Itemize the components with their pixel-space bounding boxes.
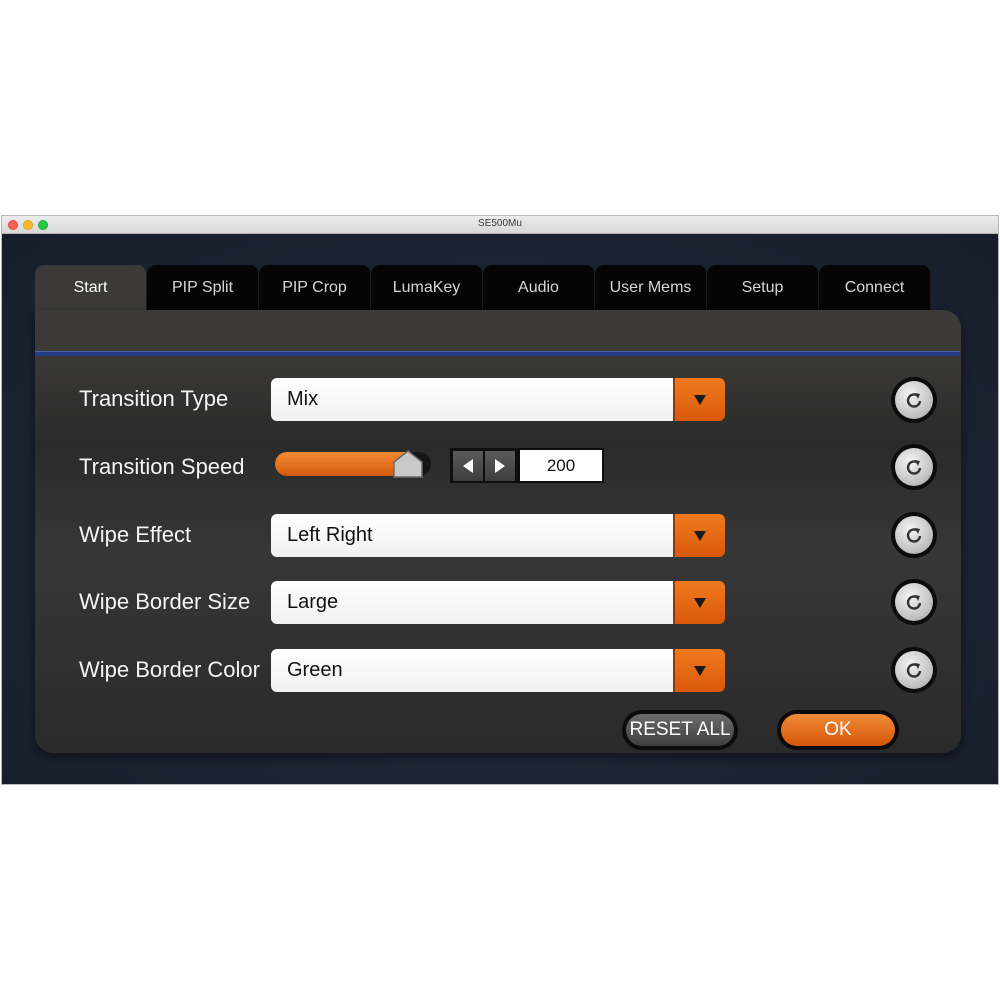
reset-all-button[interactable]: RESET ALL: [622, 710, 738, 750]
tab-start[interactable]: Start: [35, 265, 147, 311]
wipe-effect-dropdown-button[interactable]: [673, 514, 725, 557]
wipe-effect-reset-button[interactable]: [891, 512, 937, 558]
slider-thumb[interactable]: [393, 450, 423, 478]
wipe-border-size-value[interactable]: Large: [271, 581, 673, 624]
arrow-left-icon: [463, 458, 473, 473]
wipe-border-color-dropdown-button[interactable]: [673, 649, 725, 692]
speed-value-input[interactable]: 200: [518, 448, 604, 483]
tab-lumakey[interactable]: LumaKey: [371, 265, 483, 311]
wipe-border-color-value[interactable]: Green: [271, 649, 673, 692]
tab-connect[interactable]: Connect: [819, 265, 931, 311]
window-title: SE500Mu: [478, 218, 522, 229]
refresh-icon: [906, 393, 922, 408]
tab-setup[interactable]: Setup: [707, 265, 819, 311]
refresh-icon: [906, 528, 922, 543]
tab-pip-split[interactable]: PIP Split: [147, 265, 259, 311]
speed-stepper: [450, 448, 518, 483]
ok-label: OK: [781, 714, 895, 746]
speed-increase-button[interactable]: [485, 450, 515, 481]
transition-type-label: Transition Type: [79, 386, 229, 411]
transition-type-value[interactable]: Mix: [271, 378, 673, 421]
transition-speed-reset-button[interactable]: [891, 444, 937, 490]
chevron-down-icon: [694, 394, 706, 405]
wipe-border-size-label: Wipe Border Size: [79, 589, 251, 614]
reset-all-label: RESET ALL: [626, 714, 734, 746]
arrow-right-icon: [495, 458, 505, 473]
transition-speed-label: Transition Speed: [79, 454, 245, 479]
wipe-border-color-label: Wipe Border Color: [79, 657, 260, 682]
transition-type-reset-button[interactable]: [891, 377, 937, 423]
transition-type-dropdown[interactable]: Mix: [271, 378, 725, 421]
ok-button[interactable]: OK: [777, 710, 899, 750]
wipe-border-size-dropdown[interactable]: Large: [271, 581, 725, 624]
refresh-icon: [906, 595, 922, 610]
wipe-border-size-dropdown-button[interactable]: [673, 581, 725, 624]
title-bar: SE500Mu: [2, 216, 998, 234]
wipe-effect-label: Wipe Effect: [79, 522, 192, 547]
transition-type-dropdown-button[interactable]: [673, 378, 725, 421]
tab-audio[interactable]: Audio: [483, 265, 595, 311]
wipe-effect-value[interactable]: Left Right: [271, 514, 673, 557]
wipe-border-size-reset-button[interactable]: [891, 579, 937, 625]
refresh-icon: [906, 460, 922, 475]
panel-separator: [35, 351, 960, 356]
tab-bar: Start PIP Split PIP Crop LumaKey Audio U…: [35, 265, 931, 311]
chevron-down-icon: [694, 597, 706, 608]
speed-decrease-button[interactable]: [453, 450, 483, 481]
refresh-icon: [906, 663, 922, 678]
wipe-effect-dropdown[interactable]: Left Right: [271, 514, 725, 557]
tab-user-mems[interactable]: User Mems: [595, 265, 707, 311]
slider-fill: [275, 452, 408, 476]
wipe-border-color-dropdown[interactable]: Green: [271, 649, 725, 692]
chevron-down-icon: [694, 665, 706, 676]
tab-pip-crop[interactable]: PIP Crop: [259, 265, 371, 311]
chevron-down-icon: [694, 530, 706, 541]
wipe-border-color-reset-button[interactable]: [891, 647, 937, 693]
